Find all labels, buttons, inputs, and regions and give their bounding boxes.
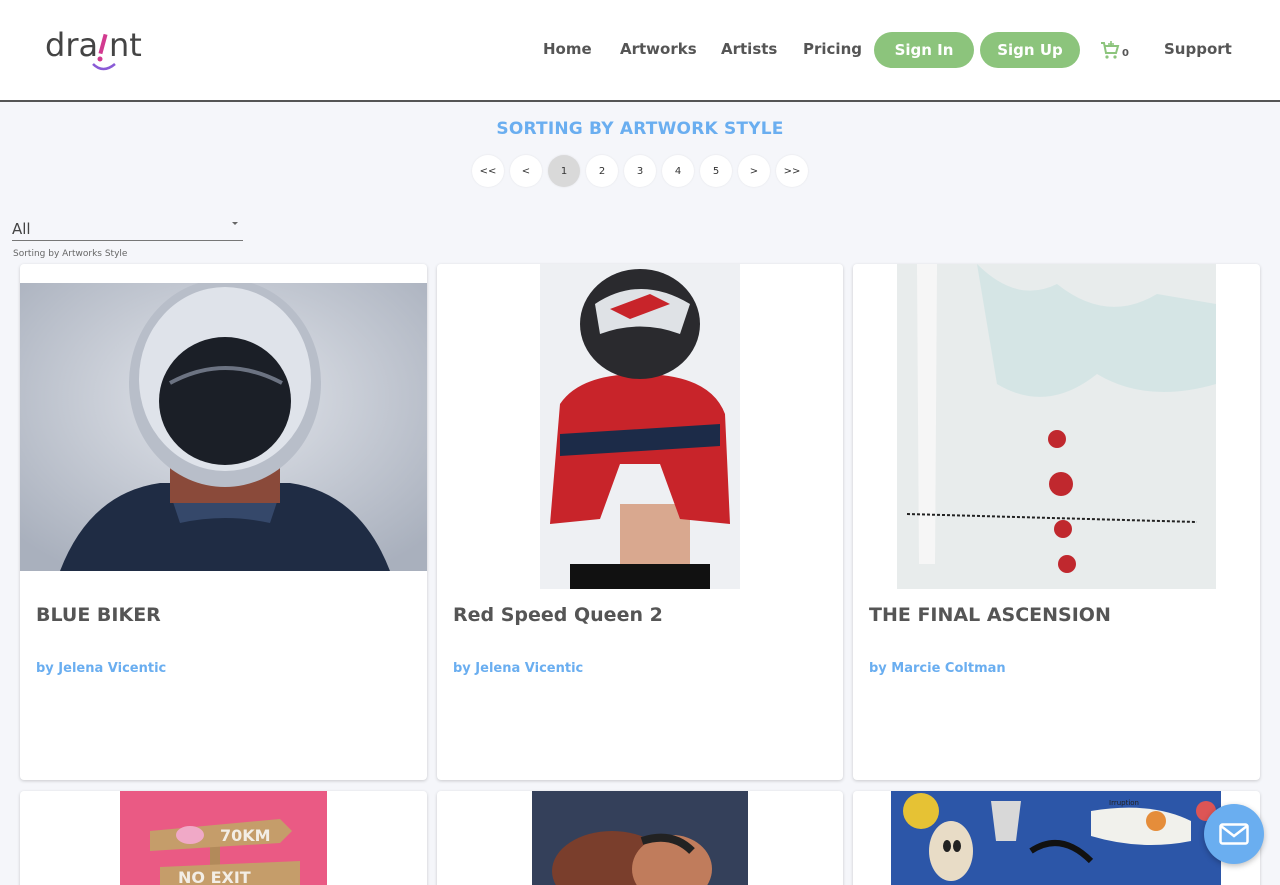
sign-text-70km: 70KM xyxy=(220,826,271,845)
artwork-card[interactable]: 70KM NO EXIT xyxy=(20,791,427,885)
style-filter-value: All xyxy=(12,220,31,238)
artwork-card[interactable]: Irruption xyxy=(853,791,1260,885)
cart-count: 0 xyxy=(1122,48,1129,59)
artwork-title[interactable]: BLUE BIKER xyxy=(36,604,161,626)
pagination-next[interactable]: > xyxy=(738,155,770,187)
pagination-page-3[interactable]: 3 xyxy=(624,155,656,187)
sign-in-button[interactable]: Sign In xyxy=(874,32,974,68)
artwork-title[interactable]: THE FINAL ASCENSION xyxy=(869,604,1111,626)
pagination-page-5[interactable]: 5 xyxy=(700,155,732,187)
artwork-image-blue-biker[interactable] xyxy=(20,283,427,571)
page-title: SORTING BY ARTWORK STYLE xyxy=(496,119,784,139)
artwork-artist-link[interactable]: by Jelena Vicentic xyxy=(36,661,166,676)
nav-support[interactable]: Support xyxy=(1164,40,1232,58)
nav-pricing[interactable]: Pricing xyxy=(803,40,862,58)
main-nav: Home Artworks Artists Pricing Sign In Si… xyxy=(0,32,1280,68)
artwork-image-embrace[interactable] xyxy=(532,791,748,885)
pagination-page-4[interactable]: 4 xyxy=(662,155,694,187)
nav-artists[interactable]: Artists xyxy=(721,40,777,58)
artwork-artist-link[interactable]: by Jelena Vicentic xyxy=(453,661,583,676)
artwork-card[interactable]: BLUE BIKER by Jelena Vicentic xyxy=(20,264,427,780)
nav-artworks[interactable]: Artworks xyxy=(620,40,697,58)
artwork-image-scream-collage[interactable]: Irruption xyxy=(891,791,1221,885)
pagination-first[interactable]: << xyxy=(472,155,504,187)
artwork-image-final-ascension[interactable] xyxy=(897,264,1216,589)
sign-text-no-exit: NO EXIT xyxy=(178,868,251,885)
cart-button[interactable]: 0 xyxy=(1100,40,1132,64)
sign-up-button[interactable]: Sign Up xyxy=(980,32,1080,68)
artwork-card[interactable]: Red Speed Queen 2 by Jelena Vicentic xyxy=(437,264,843,780)
site-header: dra nt Home Artworks Artists Pricing Sig… xyxy=(0,0,1280,102)
dropdown-caret-icon xyxy=(232,222,238,225)
pagination-prev[interactable]: < xyxy=(510,155,542,187)
style-filter-select[interactable]: All xyxy=(12,216,243,241)
pagination-last[interactable]: >> xyxy=(776,155,808,187)
artwork-card[interactable] xyxy=(437,791,843,885)
artwork-artist-link[interactable]: by Marcie Coltman xyxy=(869,661,1006,676)
nav-home[interactable]: Home xyxy=(543,40,592,58)
artwork-image-no-exit[interactable]: 70KM NO EXIT xyxy=(120,791,327,885)
pagination-page-2[interactable]: 2 xyxy=(586,155,618,187)
collage-label: Irruption xyxy=(1109,799,1139,807)
artwork-card[interactable]: THE FINAL ASCENSION by Marcie Coltman xyxy=(853,264,1260,780)
style-filter-helper: Sorting by Artworks Style xyxy=(13,249,128,259)
mail-icon xyxy=(1219,823,1249,845)
cart-icon xyxy=(1101,41,1120,59)
artwork-title[interactable]: Red Speed Queen 2 xyxy=(453,604,663,626)
artwork-image-red-speed-queen[interactable] xyxy=(540,264,740,589)
message-button[interactable] xyxy=(1204,804,1264,864)
pagination-page-1[interactable]: 1 xyxy=(548,155,580,187)
